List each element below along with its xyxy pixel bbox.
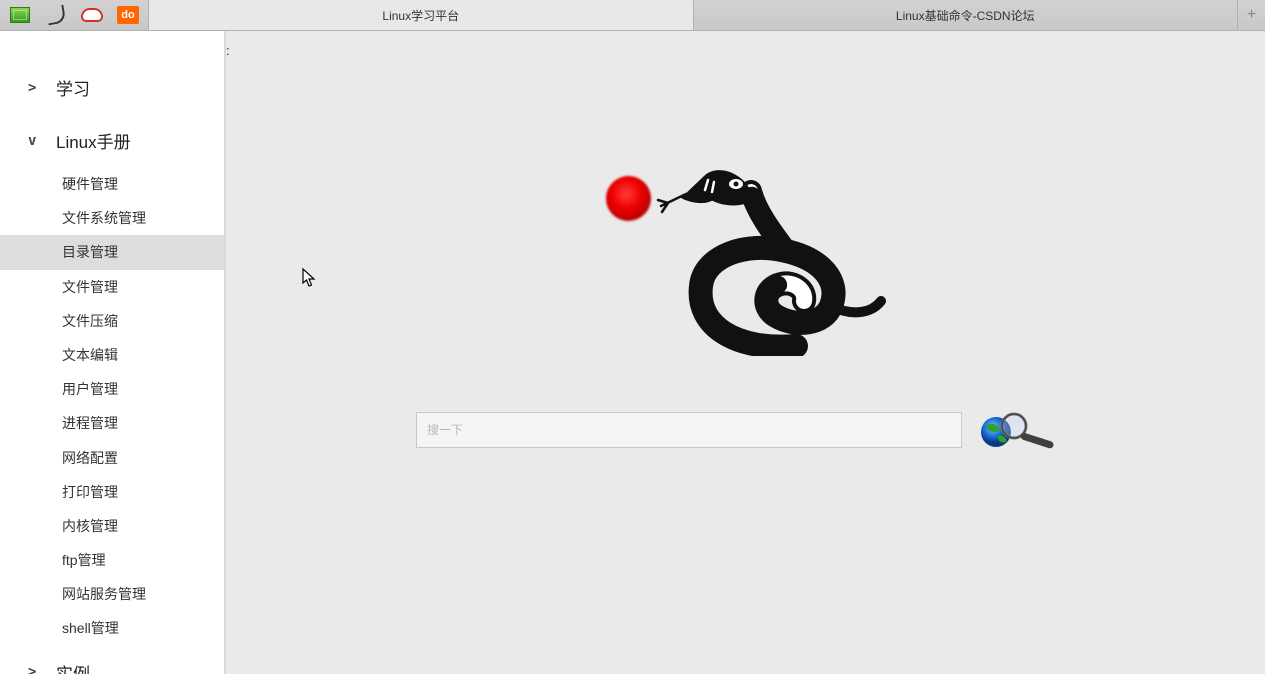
download-mgr-icon: [10, 7, 30, 23]
hook-icon: [46, 5, 67, 26]
site-logo: [606, 156, 906, 356]
toolbar-icon-3[interactable]: [78, 3, 106, 27]
nav-label: 学习: [56, 75, 90, 100]
nav-child-process[interactable]: 进程管理: [0, 406, 226, 440]
nav-child-compress[interactable]: 文件压缩: [0, 304, 226, 338]
search-button[interactable]: [976, 408, 1062, 452]
nav-child-network[interactable]: 网络配置: [0, 441, 226, 475]
tab-csdn-forum[interactable]: Linux基础命令-CSDN论坛: [693, 0, 1238, 30]
toolbar-buttons: do: [0, 0, 148, 30]
new-tab-button[interactable]: +: [1237, 0, 1265, 30]
text-stub: :: [226, 43, 230, 58]
snake-icon: [656, 156, 906, 356]
main-content: :: [226, 31, 1265, 674]
search-input[interactable]: [416, 412, 962, 448]
tab-linux-platform[interactable]: Linux学习平台: [148, 0, 693, 30]
nav-child-print[interactable]: 打印管理: [0, 475, 226, 509]
page-body: > 学习 v Linux手册 硬件管理 文件系统管理 目录管理 文件管理 文件压…: [0, 31, 1265, 674]
nav-children-linux-manual: 硬件管理 文件系统管理 目录管理 文件管理 文件压缩 文本编辑 用户管理 进程管…: [0, 167, 226, 646]
browser-chrome: do Linux学习平台 Linux基础命令-CSDN论坛 +: [0, 0, 1265, 31]
chevron-right-icon: >: [28, 80, 44, 96]
search-row: [416, 408, 1062, 452]
mouse-cursor-icon: [301, 267, 319, 289]
nav-child-webservice[interactable]: 网站服务管理: [0, 577, 226, 611]
plus-icon: +: [1247, 6, 1256, 24]
nav-child-user[interactable]: 用户管理: [0, 372, 226, 406]
cloud-icon: [81, 8, 103, 22]
nav-child-kernel[interactable]: 内核管理: [0, 509, 226, 543]
chevron-right-icon: >: [28, 664, 44, 674]
globe-magnifier-icon: [976, 408, 1062, 452]
nav-item-examples[interactable]: > 实例: [0, 646, 226, 674]
sidebar: > 学习 v Linux手册 硬件管理 文件系统管理 目录管理 文件管理 文件压…: [0, 31, 226, 674]
red-sun-icon: [606, 176, 651, 221]
nav-label: Linux手册: [56, 128, 131, 153]
chevron-down-icon: v: [28, 133, 44, 149]
nav-section: > 学习 v Linux手册 硬件管理 文件系统管理 目录管理 文件管理 文件压…: [0, 31, 226, 674]
nav-item-linux-manual[interactable]: v Linux手册: [0, 114, 226, 167]
nav-child-ftp[interactable]: ftp管理: [0, 543, 226, 577]
nav-child-textedit[interactable]: 文本编辑: [0, 338, 226, 372]
toolbar-icon-2[interactable]: [42, 3, 70, 27]
nav-item-study[interactable]: > 学习: [0, 61, 226, 114]
toolbar-icon-1[interactable]: [6, 3, 34, 27]
nav-child-directory[interactable]: 目录管理: [0, 235, 226, 269]
toolbar-icon-4[interactable]: do: [114, 3, 142, 27]
tab-label: Linux基础命令-CSDN论坛: [896, 7, 1035, 24]
tab-label: Linux学习平台: [382, 7, 459, 24]
tab-bar: Linux学习平台 Linux基础命令-CSDN论坛: [148, 0, 1237, 30]
nav-child-hardware[interactable]: 硬件管理: [0, 167, 226, 201]
do-icon: do: [117, 6, 139, 24]
nav-child-file[interactable]: 文件管理: [0, 270, 226, 304]
nav-child-filesystem[interactable]: 文件系统管理: [0, 201, 226, 235]
nav-label: 实例: [56, 660, 90, 674]
nav-child-shell[interactable]: shell管理: [0, 611, 226, 645]
